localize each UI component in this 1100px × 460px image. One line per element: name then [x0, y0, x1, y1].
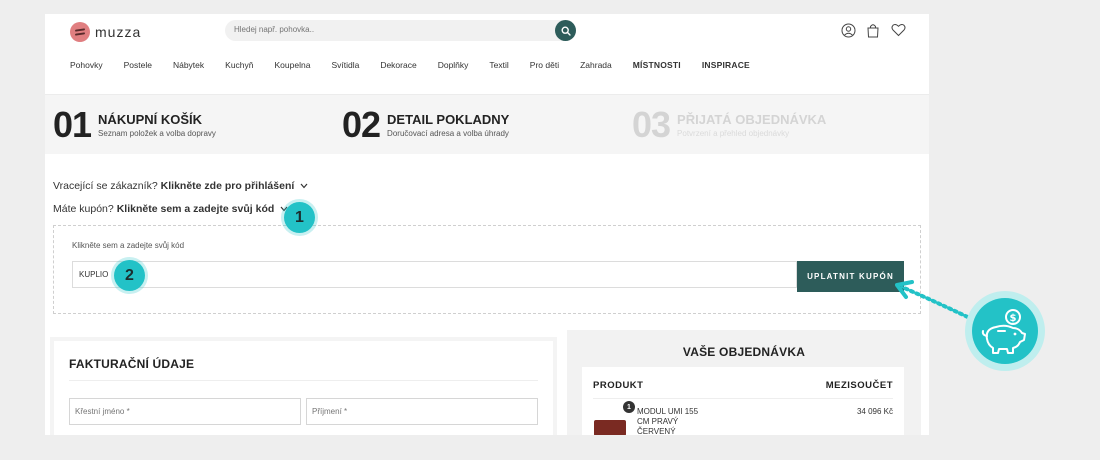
step-number: 03 [632, 104, 671, 145]
search-input[interactable] [234, 25, 534, 34]
col-subtotal: MEZISOUČET [825, 380, 893, 391]
order-title: VAŠE OBJEDNÁVKA [682, 345, 806, 359]
product-thumbnail [594, 420, 626, 435]
svg-text:$: $ [1010, 313, 1017, 324]
nav-item-koupelna[interactable]: Koupelna [275, 60, 311, 70]
nav-item-inspirace[interactable]: INSPIRACE [702, 60, 750, 70]
step-1: 01 NÁKUPNÍ KOŠÍK Seznam položek a volba … [53, 107, 216, 143]
nav-item-textil[interactable]: Textil [489, 60, 508, 70]
logo-text: muzza [95, 24, 142, 40]
search-button[interactable] [555, 20, 576, 41]
quantity-badge: 1 [623, 401, 635, 413]
coupon-input[interactable] [72, 261, 797, 288]
col-product: PRODUKT [593, 380, 644, 391]
nav-item-mistnosti[interactable]: MÍSTNOSTI [633, 60, 681, 70]
cart-button[interactable] [865, 22, 881, 38]
step-title: NÁKUPNÍ KOŠÍK [98, 111, 203, 127]
header-icons [840, 22, 906, 38]
product-name: MODUL UMI 155 CM PRAVÝ ČERVENÝ [637, 407, 699, 435]
coupon-form: Klikněte sem a zadejte svůj kód UPLATNIT… [53, 225, 921, 314]
login-notice: Vracející se zákazník? Klikněte zde pro … [53, 180, 308, 192]
apply-coupon-button[interactable]: UPLATNIT KUPÓN [797, 261, 904, 292]
savings-badge: $ [965, 291, 1045, 371]
user-icon [841, 23, 855, 37]
divider [593, 398, 893, 399]
step-3: 03 PŘIJATÁ OBJEDNÁVKA Potvrzení a přehle… [632, 107, 826, 143]
coupon-notice: Máte kupón? Klikněte sem a zadejte svůj … [53, 203, 288, 215]
nav-item-kuchyn[interactable]: Kuchyň [225, 60, 253, 70]
nav-item-pro-deti[interactable]: Pro děti [530, 60, 559, 70]
nav-item-nabytek[interactable]: Nábytek [173, 60, 204, 70]
checkout-steps: 01 NÁKUPNÍ KOŠÍK Seznam položek a volba … [45, 94, 929, 154]
account-button[interactable] [840, 22, 856, 38]
logo[interactable]: muzza [70, 22, 141, 42]
nav-item-svitidla[interactable]: Svítidla [331, 60, 359, 70]
nav-item-zahrada[interactable]: Zahrada [580, 60, 612, 70]
coupon-label: Klikněte sem a zadejte svůj kód [72, 241, 185, 250]
step-subtitle: Potvrzení a přehled objednávky [677, 128, 790, 138]
step-number: 02 [342, 104, 381, 145]
nav-item-doplnky[interactable]: Doplňky [438, 60, 469, 70]
step-title: PŘIJATÁ OBJEDNÁVKA [677, 111, 827, 127]
heart-icon [891, 24, 905, 37]
logo-icon [70, 22, 90, 42]
nav-item-dekorace[interactable]: Dekorace [380, 60, 416, 70]
billing-title: FAKTURAČNÍ ÚDAJE [69, 357, 195, 371]
step-number: 01 [53, 104, 92, 145]
step-title: DETAIL POKLADNY [387, 111, 510, 127]
step-marker-1: 1 [284, 202, 315, 233]
login-notice-text: Vracející se zákazník? [53, 180, 158, 192]
piggy-bank-icon: $ [981, 309, 1026, 354]
coupon-notice-text: Máte kupón? [53, 203, 114, 215]
search-bar [225, 20, 576, 41]
step-marker-2: 2 [114, 260, 145, 291]
step-subtitle: Seznam položek a volba dopravy [98, 128, 216, 138]
chevron-down-icon[interactable] [300, 183, 308, 189]
search-icon [560, 25, 571, 36]
shopping-bag-icon [867, 23, 879, 37]
step-2: 02 DETAIL POKLADNY Doručovací adresa a v… [342, 107, 509, 143]
nav-item-pohovky[interactable]: Pohovky [70, 60, 103, 70]
divider [69, 380, 538, 381]
login-link[interactable]: Klikněte zde pro přihlášení [161, 180, 295, 192]
wishlist-button[interactable] [890, 22, 906, 38]
checkout-page: muzza Pohovky Postele Nábytek Kuchyň Kou… [45, 14, 929, 435]
coupon-link[interactable]: Klikněte sem a zadejte svůj kód [117, 203, 275, 215]
order-summary: VAŠE OBJEDNÁVKA PRODUKT MEZISOUČET 1 MOD… [567, 330, 921, 435]
product-price: 34 096 Kč [856, 407, 893, 416]
order-table: PRODUKT MEZISOUČET 1 MODUL UMI 155 CM PR… [582, 367, 904, 435]
billing-section: FAKTURAČNÍ ÚDAJE [54, 341, 553, 435]
main-nav: Pohovky Postele Nábytek Kuchyň Koupelna … [70, 60, 771, 70]
last-name-field[interactable] [306, 398, 538, 425]
step-subtitle: Doručovací adresa a volba úhrady [387, 128, 509, 138]
first-name-field[interactable] [69, 398, 301, 425]
nav-item-postele[interactable]: Postele [124, 60, 152, 70]
